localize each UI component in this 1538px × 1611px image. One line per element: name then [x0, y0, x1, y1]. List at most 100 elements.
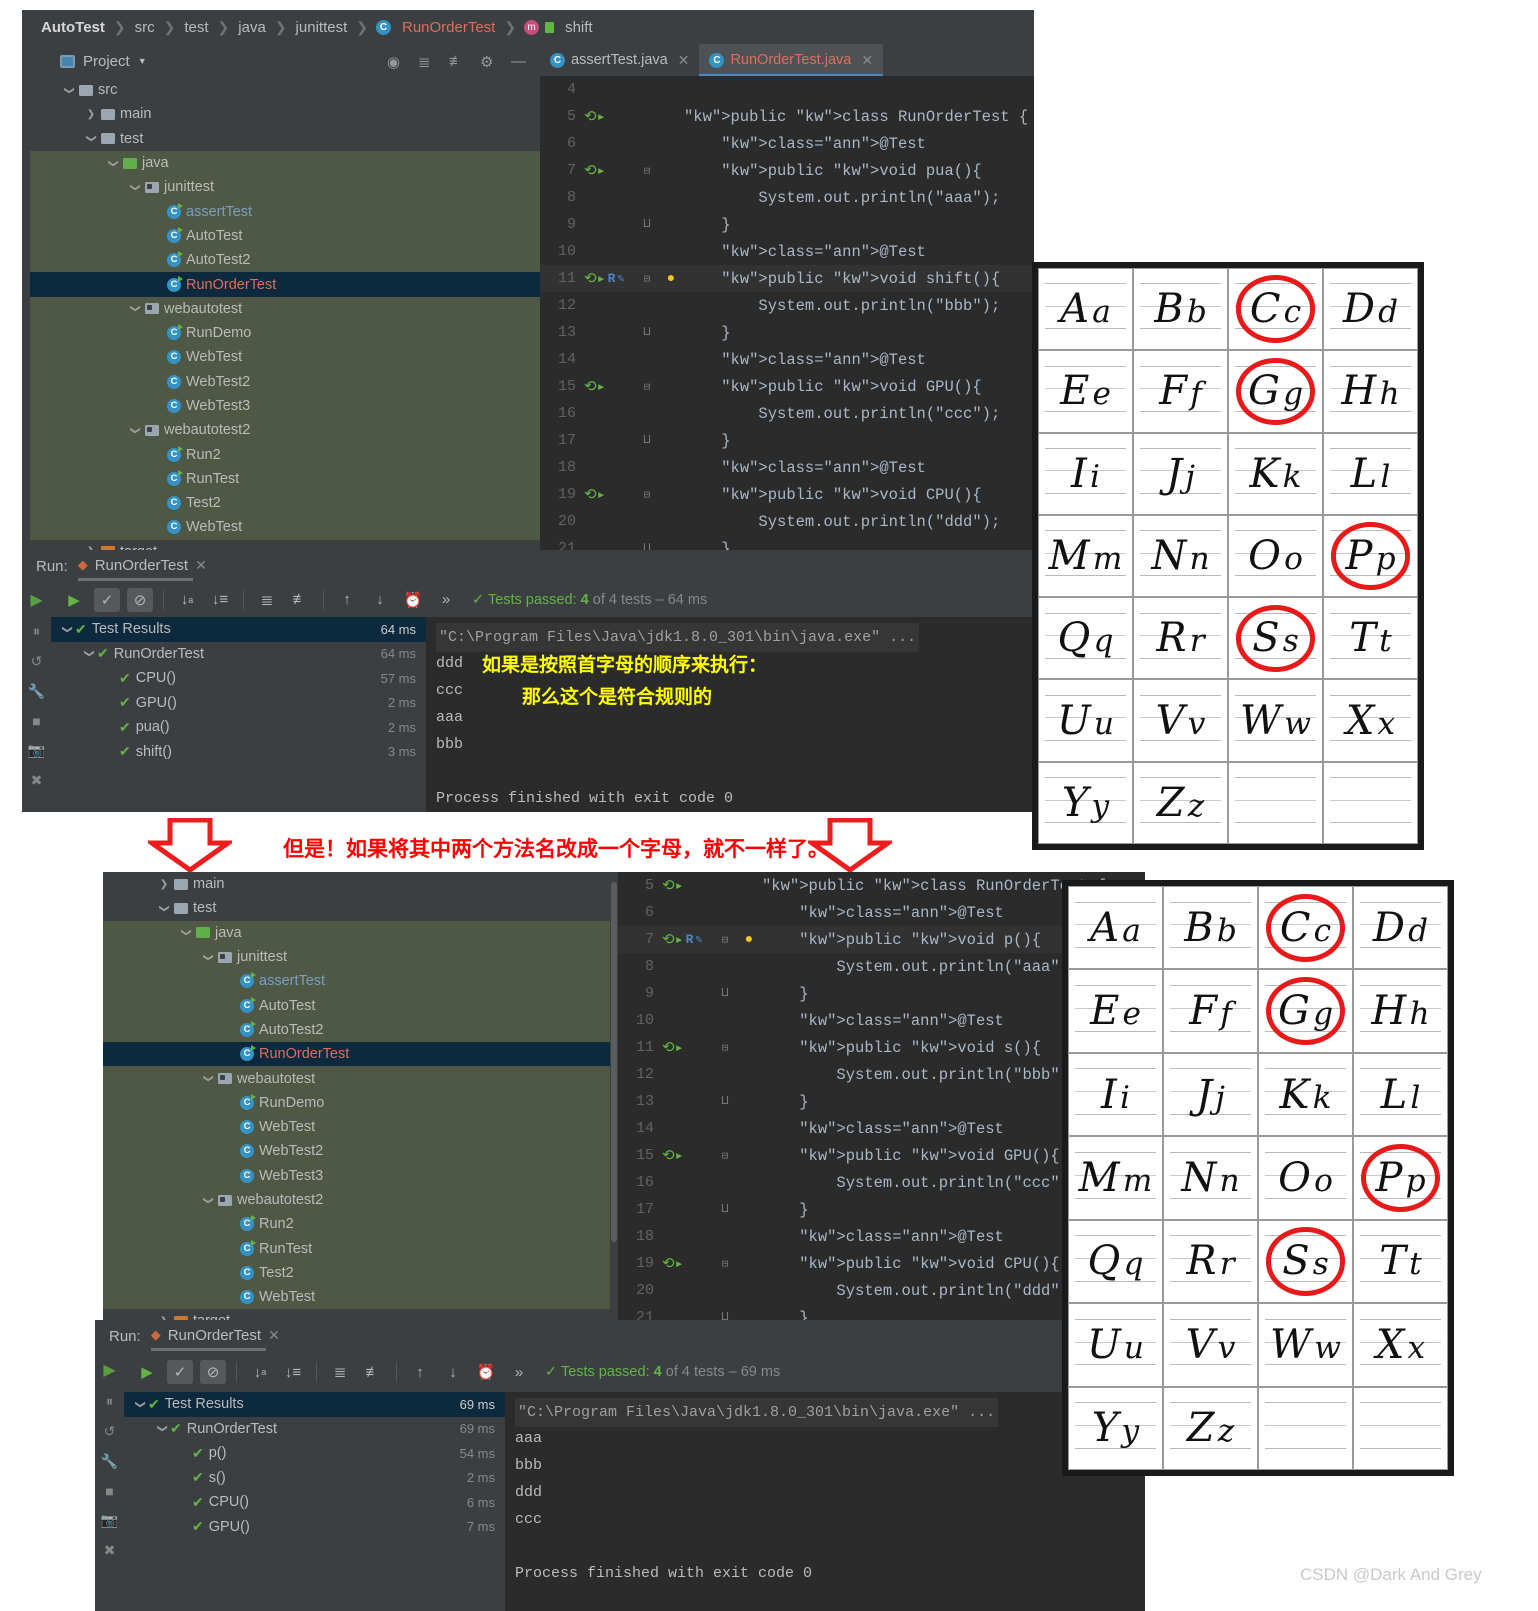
show-passed-toggle[interactable]: ✓ [94, 587, 120, 612]
breadcrumb-item-autotest[interactable]: AutoTest [36, 19, 110, 36]
stop-icon[interactable]: ■ [105, 1483, 113, 1499]
scrollbar-thumb[interactable] [611, 882, 617, 1242]
tree-item-runordertest[interactable]: C RunOrderTest [103, 1042, 610, 1067]
tree-item-autotest[interactable]: C AutoTest [30, 223, 540, 249]
stop-icon[interactable]: ■ [32, 713, 40, 729]
code-line-19[interactable]: 19 ⟲▸ ⊟ "kw">public "kw">void CPU(){ [540, 481, 1034, 508]
code-line-9[interactable]: 9 ⨿ } [540, 211, 1034, 238]
test-result-row[interactable]: ✔ CPU() 57 ms [51, 666, 426, 691]
sort-by-duration-button[interactable]: ↓≡ [207, 588, 233, 612]
code-line-13[interactable]: 13 ⨿ } [540, 319, 1034, 346]
code-line-17[interactable]: 17 ⨿ } [540, 427, 1034, 454]
tree-item-autotest[interactable]: C AutoTest [103, 993, 610, 1018]
rerun-icon[interactable]: ↺ [31, 653, 43, 670]
chevron-down-icon[interactable]: ❯ [181, 926, 192, 940]
rerun-icon[interactable]: ↺ [104, 1423, 116, 1440]
sort-alphabetically-button[interactable]: ↓ a [247, 1360, 273, 1384]
more-options-button[interactable]: » [433, 588, 459, 612]
test-result-row[interactable]: ✔ p() 54 ms [124, 1441, 505, 1466]
project-tree-bottom[interactable]: ❯ main ❯ test ❯ java ❯ junittest CassertTest C Aut… [103, 872, 610, 1322]
chevron-right-icon[interactable]: ❯ [157, 879, 171, 890]
code-fold-toggle[interactable]: ⨿ [714, 1204, 736, 1216]
chevron-down-icon[interactable]: ❯ [130, 180, 141, 194]
code-fold-toggle[interactable]: ⊟ [636, 488, 658, 502]
history-icon[interactable]: ⏰ [400, 588, 426, 612]
gear-icon[interactable]: ⚙ [480, 53, 497, 71]
code-line-8[interactable]: 8 System.out.println("aaa"); [540, 184, 1034, 211]
close-icon[interactable]: ✕ [678, 52, 690, 69]
test-result-row[interactable]: ✔ pua() 2 ms [51, 715, 426, 740]
next-failed-button[interactable]: ↓ [440, 1360, 466, 1384]
tree-item-webtest[interactable]: C WebTest [30, 345, 540, 370]
code-line-14[interactable]: 14 "kw">class="ann">@Test [540, 346, 1034, 373]
code-fold-toggle[interactable]: ⨿ [636, 327, 658, 339]
chevron-down-icon[interactable]: ▼ [138, 56, 147, 66]
collapse-all-icon[interactable]: ≢ [449, 53, 466, 70]
gutter-run-icon[interactable]: ⟲▸ [580, 107, 636, 126]
tree-item-webtest3[interactable]: C WebTest3 [103, 1163, 610, 1188]
tree-item-src[interactable]: ❯ src [30, 78, 540, 103]
gutter-run-icon[interactable]: ⟲▸ [580, 485, 636, 504]
gutter-run-icon[interactable]: ⟲▸ [580, 377, 636, 396]
code-line-5[interactable]: 5 ⟲▸ "kw">public "kw">class RunOrderTest { [540, 103, 1034, 130]
breadcrumb-item-junittest[interactable]: junittest [291, 19, 353, 36]
code-fold-toggle[interactable]: ⊟ [636, 380, 658, 394]
run-icon[interactable]: ▶ [103, 1360, 115, 1380]
chevron-down-icon[interactable]: ❯ [159, 901, 170, 915]
tree-item-webautotest2[interactable]: ❯ webautotest2 [103, 1187, 610, 1213]
test-result-row[interactable]: ✔ s() 2 ms [124, 1466, 505, 1491]
more-options-button[interactable]: » [506, 1360, 532, 1384]
breadcrumb-item-runordertest[interactable]: RunOrderTest [397, 19, 500, 36]
gutter-run-icon[interactable]: ⟲▸ [658, 1146, 714, 1165]
code-fold-toggle[interactable]: ⊟ [636, 164, 658, 178]
show-ignored-toggle[interactable]: ⊘ [127, 587, 153, 612]
tree-item-junittest[interactable]: ❯ junittest [30, 175, 540, 200]
run-config-tab-bottom[interactable]: ◆ RunOrderTest ✕ [150, 1327, 280, 1351]
test-result-row[interactable]: ❯ ✔ RunOrderTest 64 ms [51, 642, 426, 667]
tree-item-webautotest[interactable]: ❯ webautotest [30, 296, 540, 321]
tree-item-webtest3[interactable]: C WebTest3 [30, 393, 540, 419]
chevron-down-icon[interactable]: ❯ [203, 950, 214, 964]
tree-item-webautotest[interactable]: ❯ webautotest [103, 1066, 610, 1091]
test-result-row[interactable]: ❯ ✔ Test Results 69 ms [124, 1392, 505, 1417]
debug-icon[interactable]: ⏸ [33, 623, 40, 640]
editor-tab-runordertest-java[interactable]: C RunOrderTest.java ✕ [699, 44, 884, 76]
code-line-4[interactable]: 4 [540, 76, 1034, 103]
breadcrumb-item-shift[interactable]: shift [560, 19, 598, 36]
tree-item-test2[interactable]: C Test2 [30, 491, 540, 516]
test-result-row[interactable]: ✔ GPU() 2 ms [51, 691, 426, 716]
minimize-icon[interactable]: — [511, 53, 528, 70]
tree-item-runtest[interactable]: C RunTest [103, 1236, 610, 1261]
chevron-down-icon[interactable]: ❯ [157, 1421, 168, 1437]
chevron-down-icon[interactable]: ❯ [62, 621, 73, 637]
code-line-15[interactable]: 15 ⟲▸ ⊟ "kw">public "kw">void GPU(){ [540, 373, 1034, 400]
prev-failed-button[interactable]: ↑ [334, 588, 360, 612]
editor-tab-asserttest-java[interactable]: CassertTest.java ✕ [540, 44, 699, 76]
tree-item-java[interactable]: ❯ java [30, 150, 540, 176]
chevron-down-icon[interactable]: ❯ [86, 132, 97, 146]
collapse-all-button[interactable]: ≢ [360, 1360, 386, 1384]
code-fold-toggle[interactable]: ⨿ [636, 219, 658, 231]
chevron-down-icon[interactable]: ❯ [135, 1396, 146, 1412]
gutter-run-icon[interactable]: ⟲▸ R ✎ [658, 930, 714, 949]
tree-item-runordertest[interactable]: C RunOrderTest [30, 272, 540, 297]
tree-item-autotest2[interactable]: C AutoTest2 [30, 248, 540, 273]
test-result-row[interactable]: ✔ CPU() 6 ms [124, 1490, 505, 1515]
history-icon[interactable]: ⏰ [473, 1360, 499, 1384]
rerun-button[interactable]: ▶ [134, 1360, 160, 1384]
code-line-11[interactable]: 11 ⟲▸ R ✎ ⊟ ● "kw">public "kw">void shift(){ [540, 265, 1034, 292]
tree-item-webtest[interactable]: C WebTest [103, 1285, 610, 1310]
tree-item-webtest2[interactable]: C WebTest2 [30, 369, 540, 394]
kill-icon[interactable]: ✖ [104, 1542, 116, 1559]
intention-bulb-icon[interactable]: ● [736, 932, 762, 948]
test-result-row[interactable]: ✔ GPU() 7 ms [124, 1515, 505, 1540]
chevron-right-icon[interactable]: ❯ [84, 109, 98, 120]
code-fold-toggle[interactable]: ⨿ [714, 988, 736, 1000]
tree-item-webtest2[interactable]: C WebTest2 [103, 1139, 610, 1164]
gutter-run-icon[interactable]: ⟲▸ R ✎ [580, 269, 636, 288]
run-side-toolbar-bottom[interactable]: ▶ ⏸ ↺ 🔧 ■ 📷 ✖ [95, 1352, 124, 1611]
expand-all-button[interactable]: ≣ [327, 1360, 353, 1384]
debug-icon[interactable]: ⏸ [106, 1393, 113, 1410]
tree-item-test[interactable]: ❯ test [30, 126, 540, 151]
gutter-run-icon[interactable]: ⟲▸ [658, 1038, 714, 1057]
